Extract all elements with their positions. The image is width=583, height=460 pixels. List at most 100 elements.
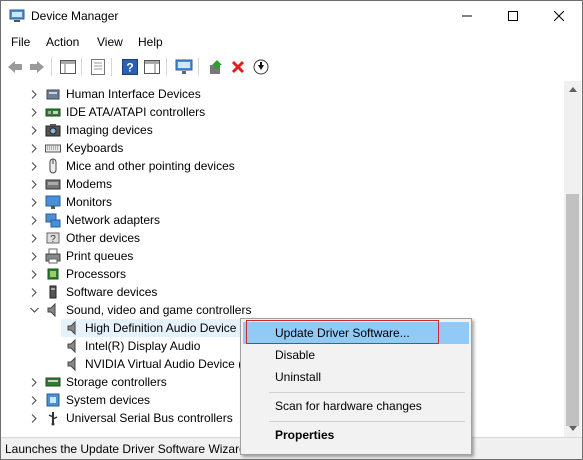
tree-item-intel-display-audio[interactable]: Intel(R) Display Audio <box>61 337 241 355</box>
toolbar-separator <box>51 58 52 76</box>
menu-item-label: Scan for hardware changes <box>275 399 422 413</box>
uninstall-toolbar-button[interactable] <box>229 58 247 76</box>
help-toolbar-button[interactable]: ? <box>121 58 139 76</box>
scroll-down-button[interactable] <box>564 420 581 437</box>
toolbar-separator <box>111 58 112 76</box>
tree-item-imaging-devices[interactable]: Imaging devices <box>1 121 564 139</box>
tree-item-label: Imaging devices <box>66 123 153 137</box>
title-bar: Device Manager <box>1 1 582 31</box>
scroll-up-button[interactable] <box>564 81 581 98</box>
menu-action[interactable]: Action <box>46 35 79 49</box>
tree-item-high-definition-audio-device[interactable]: High Definition Audio Device <box>61 319 245 337</box>
expand-chevron-icon[interactable] <box>29 89 39 99</box>
menu-item-scan-hardware-changes[interactable]: Scan for hardware changes <box>243 395 469 417</box>
action-pane-icon <box>144 60 160 74</box>
tree-item-keyboards[interactable]: Keyboards <box>1 139 564 157</box>
close-icon <box>554 11 564 21</box>
update-driver-icon <box>210 60 222 74</box>
expand-chevron-icon[interactable] <box>29 269 39 279</box>
tree-item-label: Sound, video and game controllers <box>66 303 252 317</box>
down-arrow-circle-icon <box>253 59 269 75</box>
tree-item-modems[interactable]: Modems <box>1 175 564 193</box>
disable-toolbar-button[interactable] <box>252 58 270 76</box>
expand-chevron-icon[interactable] <box>29 251 39 261</box>
expand-chevron-icon[interactable] <box>29 395 39 405</box>
vertical-scrollbar[interactable] <box>564 81 581 437</box>
expand-chevron-icon[interactable] <box>29 215 39 225</box>
tree-item-network-adapters[interactable]: Network adapters <box>1 211 564 229</box>
tree-item-processors[interactable]: Processors <box>1 265 564 283</box>
tree-item-mice[interactable]: Mice and other pointing devices <box>1 157 564 175</box>
properties-toolbar-button[interactable] <box>89 58 107 76</box>
expand-chevron-icon[interactable] <box>29 377 39 387</box>
toolbar-separator <box>198 58 199 76</box>
scrollbar-thumb[interactable] <box>566 194 579 426</box>
tree-item-print-queues[interactable]: Print queues <box>1 247 564 265</box>
properties-page-icon <box>91 59 105 75</box>
printer-icon <box>45 248 61 264</box>
menu-bar: File Action View Help <box>1 31 582 53</box>
menu-help[interactable]: Help <box>138 35 163 49</box>
tree-item-ide-controllers[interactable]: IDE ATA/ATAPI controllers <box>1 103 564 121</box>
scan-hardware-toolbar-button[interactable] <box>175 58 193 76</box>
tree-item-software-devices[interactable]: Software devices <box>1 283 564 301</box>
minimize-button[interactable] <box>444 1 490 31</box>
tree-item-label: Human Interface Devices <box>66 87 201 101</box>
tree-item-label: Other devices <box>66 231 141 245</box>
update-driver-toolbar-button[interactable] <box>207 58 225 76</box>
svg-text:?: ? <box>126 61 133 75</box>
tree-item-nvidia-virtual-audio-device[interactable]: NVIDIA Virtual Audio Device ( <box>61 355 243 373</box>
expand-chevron-icon[interactable] <box>29 413 39 423</box>
menu-item-uninstall[interactable]: Uninstall <box>243 366 469 388</box>
modem-icon <box>45 179 61 190</box>
expand-chevron-icon[interactable] <box>29 287 39 297</box>
back-button[interactable] <box>6 58 24 76</box>
close-button[interactable] <box>536 1 582 31</box>
menu-view[interactable]: View <box>97 35 123 49</box>
menu-file[interactable]: File <box>11 35 30 49</box>
red-x-icon <box>231 60 245 74</box>
expand-chevron-icon[interactable] <box>29 107 39 117</box>
tree-item-label: NVIDIA Virtual Audio Device ( <box>85 357 243 371</box>
scroll-up-icon <box>568 87 577 92</box>
menu-separator <box>269 421 465 422</box>
unknown-device-icon: ? <box>46 232 60 245</box>
back-arrow-icon <box>8 61 22 73</box>
hid-device-icon <box>46 89 60 100</box>
action-pane-button[interactable] <box>143 58 161 76</box>
speaker-icon <box>67 320 76 336</box>
svg-text:?: ? <box>50 234 56 245</box>
show-hide-console-tree-button[interactable] <box>59 58 77 76</box>
storage-controller-icon <box>45 377 61 387</box>
menu-item-disable[interactable]: Disable <box>243 344 469 366</box>
expand-chevron-icon[interactable] <box>29 233 39 243</box>
tree-item-other-devices[interactable]: ? Other devices <box>1 229 564 247</box>
console-tree-icon <box>60 60 76 74</box>
toolbar-separator <box>81 58 82 76</box>
menu-separator <box>269 392 465 393</box>
expand-chevron-icon[interactable] <box>29 161 39 171</box>
monitor-icon <box>45 195 61 209</box>
tree-item-label: Modems <box>66 177 113 191</box>
expand-chevron-icon[interactable] <box>29 197 39 207</box>
toolbar-separator <box>166 58 167 76</box>
tree-item-monitors[interactable]: Monitors <box>1 193 564 211</box>
tree-item-label: Keyboards <box>66 141 124 155</box>
tree-item-label: Processors <box>66 267 127 281</box>
forward-button[interactable] <box>28 58 46 76</box>
expand-chevron-icon[interactable] <box>29 143 39 153</box>
menu-item-properties[interactable]: Properties <box>243 424 469 446</box>
software-device-icon <box>49 285 57 299</box>
help-icon: ? <box>122 59 138 75</box>
tree-item-human-interface-devices[interactable]: Human Interface Devices <box>1 85 564 103</box>
toolbar: ? <box>1 53 582 82</box>
expand-chevron-icon[interactable] <box>29 125 39 135</box>
maximize-button[interactable] <box>490 1 536 31</box>
monitor-scan-icon <box>175 59 193 74</box>
tree-item-sound-video-game-controllers[interactable]: Sound, video and game controllers <box>1 301 564 319</box>
collapse-chevron-icon[interactable] <box>29 305 39 315</box>
maximize-icon <box>508 11 518 21</box>
tree-item-label: Network adapters <box>66 213 161 227</box>
expand-chevron-icon[interactable] <box>29 179 39 189</box>
speaker-icon <box>67 338 76 354</box>
